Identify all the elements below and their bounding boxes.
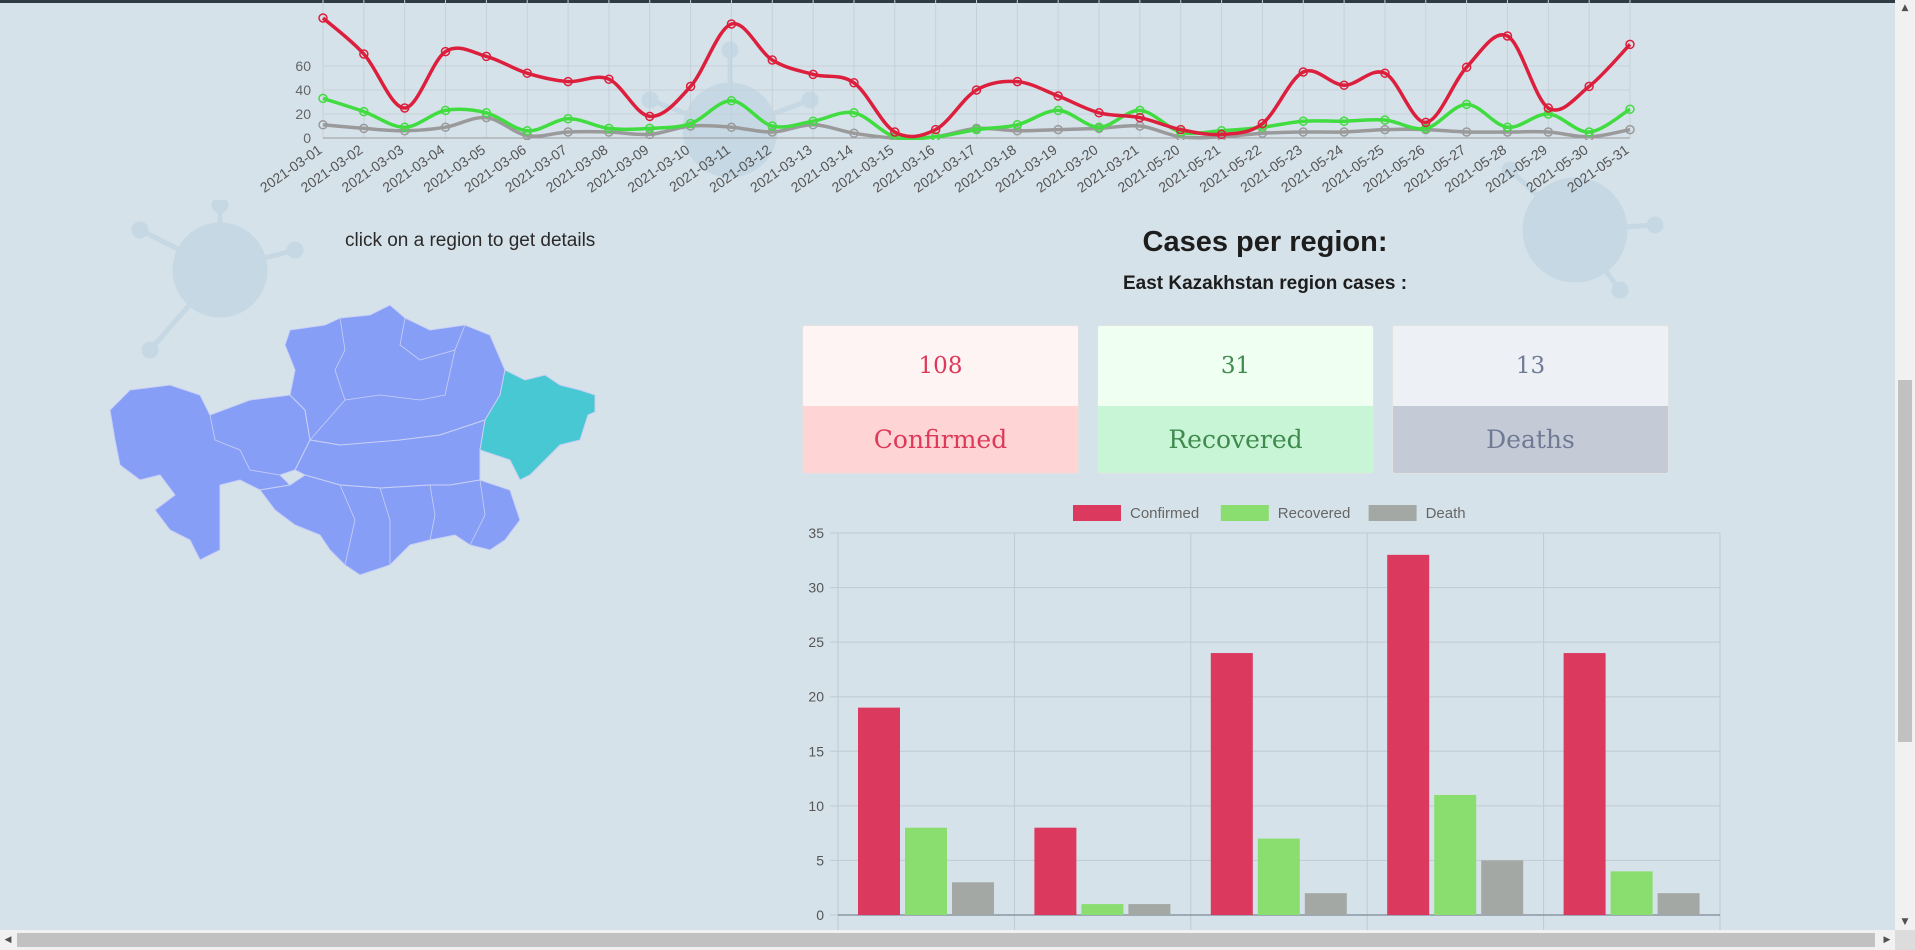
bar-y-tick: 15 <box>808 743 824 759</box>
bar-y-tick: 0 <box>816 907 824 923</box>
horizontal-scroll-thumb[interactable] <box>17 933 1875 947</box>
map-region-west[interactable] <box>109 384 311 561</box>
scroll-up-icon[interactable]: ▲ <box>1895 0 1915 16</box>
bar <box>1081 904 1124 915</box>
confirmed-label: Confirmed <box>803 406 1078 473</box>
bar <box>905 827 947 915</box>
legend-label: Death <box>1426 505 1466 522</box>
cases-per-region-title: Cases per region: <box>1142 226 1388 258</box>
bar <box>1610 871 1653 915</box>
bar <box>1387 554 1430 915</box>
bar <box>1563 653 1606 915</box>
bar <box>952 882 994 915</box>
bar-y-tick: 20 <box>808 689 824 705</box>
bar-y-tick: 5 <box>816 852 824 868</box>
map-regions <box>109 304 596 576</box>
bar <box>1034 827 1077 915</box>
legend-label: Confirmed <box>1130 505 1199 522</box>
bar-y-tick: 35 <box>808 525 824 541</box>
legend-swatch <box>1220 505 1269 521</box>
kazakhstan-map <box>109 304 596 576</box>
recovered-label: Recovered <box>1098 406 1373 473</box>
bar <box>1128 904 1171 915</box>
bar <box>858 707 900 915</box>
scroll-right-icon[interactable]: ▶ <box>1879 930 1895 950</box>
daily-cases-line-chart: 02040602021-03-012021-03-022021-03-03202… <box>257 0 1635 196</box>
bar <box>1210 653 1253 915</box>
scroll-down-icon[interactable]: ▼ <box>1895 914 1915 930</box>
bar <box>1304 893 1347 915</box>
bar-y-tick: 30 <box>808 580 824 596</box>
region-cases-bar-chart: Confirmed Recovered Death 0 5 10 15 20 25 30 35 <box>808 505 1721 935</box>
scroll-left-icon[interactable]: ◀ <box>0 930 16 950</box>
bar <box>1481 860 1524 915</box>
bar <box>1657 893 1700 915</box>
legend-label: Recovered <box>1278 505 1351 522</box>
map-hint-text: click on a region to get details <box>345 230 596 251</box>
legend-swatch <box>1073 505 1121 521</box>
recovered-count: 31 <box>1098 326 1373 406</box>
line-y-tick: 20 <box>295 106 311 122</box>
bar-y-tick: 10 <box>808 798 824 814</box>
confirmed-card: 108 Confirmed <box>802 325 1079 474</box>
legend-swatch <box>1368 505 1417 521</box>
deaths-label: Deaths <box>1393 406 1668 473</box>
bar <box>1257 838 1300 915</box>
bar <box>1434 794 1477 915</box>
selected-region-subtitle: East Kazakhstan region cases : <box>1122 273 1408 294</box>
line-y-tick: 60 <box>295 58 311 74</box>
line-y-tick: 40 <box>295 82 311 98</box>
bar-y-tick: 25 <box>808 634 824 650</box>
deaths-card: 13 Deaths <box>1392 325 1669 474</box>
scrollbar-corner <box>1895 930 1915 950</box>
confirmed-count: 108 <box>803 326 1078 406</box>
vertical-scroll-thumb[interactable] <box>1898 380 1912 742</box>
line-y-tick: 0 <box>303 130 311 146</box>
deaths-count: 13 <box>1393 326 1668 406</box>
horizontal-scrollbar[interactable]: ◀ ▶ <box>0 930 1895 950</box>
recovered-card: 31 Recovered <box>1097 325 1374 474</box>
vertical-scrollbar[interactable]: ▲ ▼ <box>1895 0 1915 930</box>
